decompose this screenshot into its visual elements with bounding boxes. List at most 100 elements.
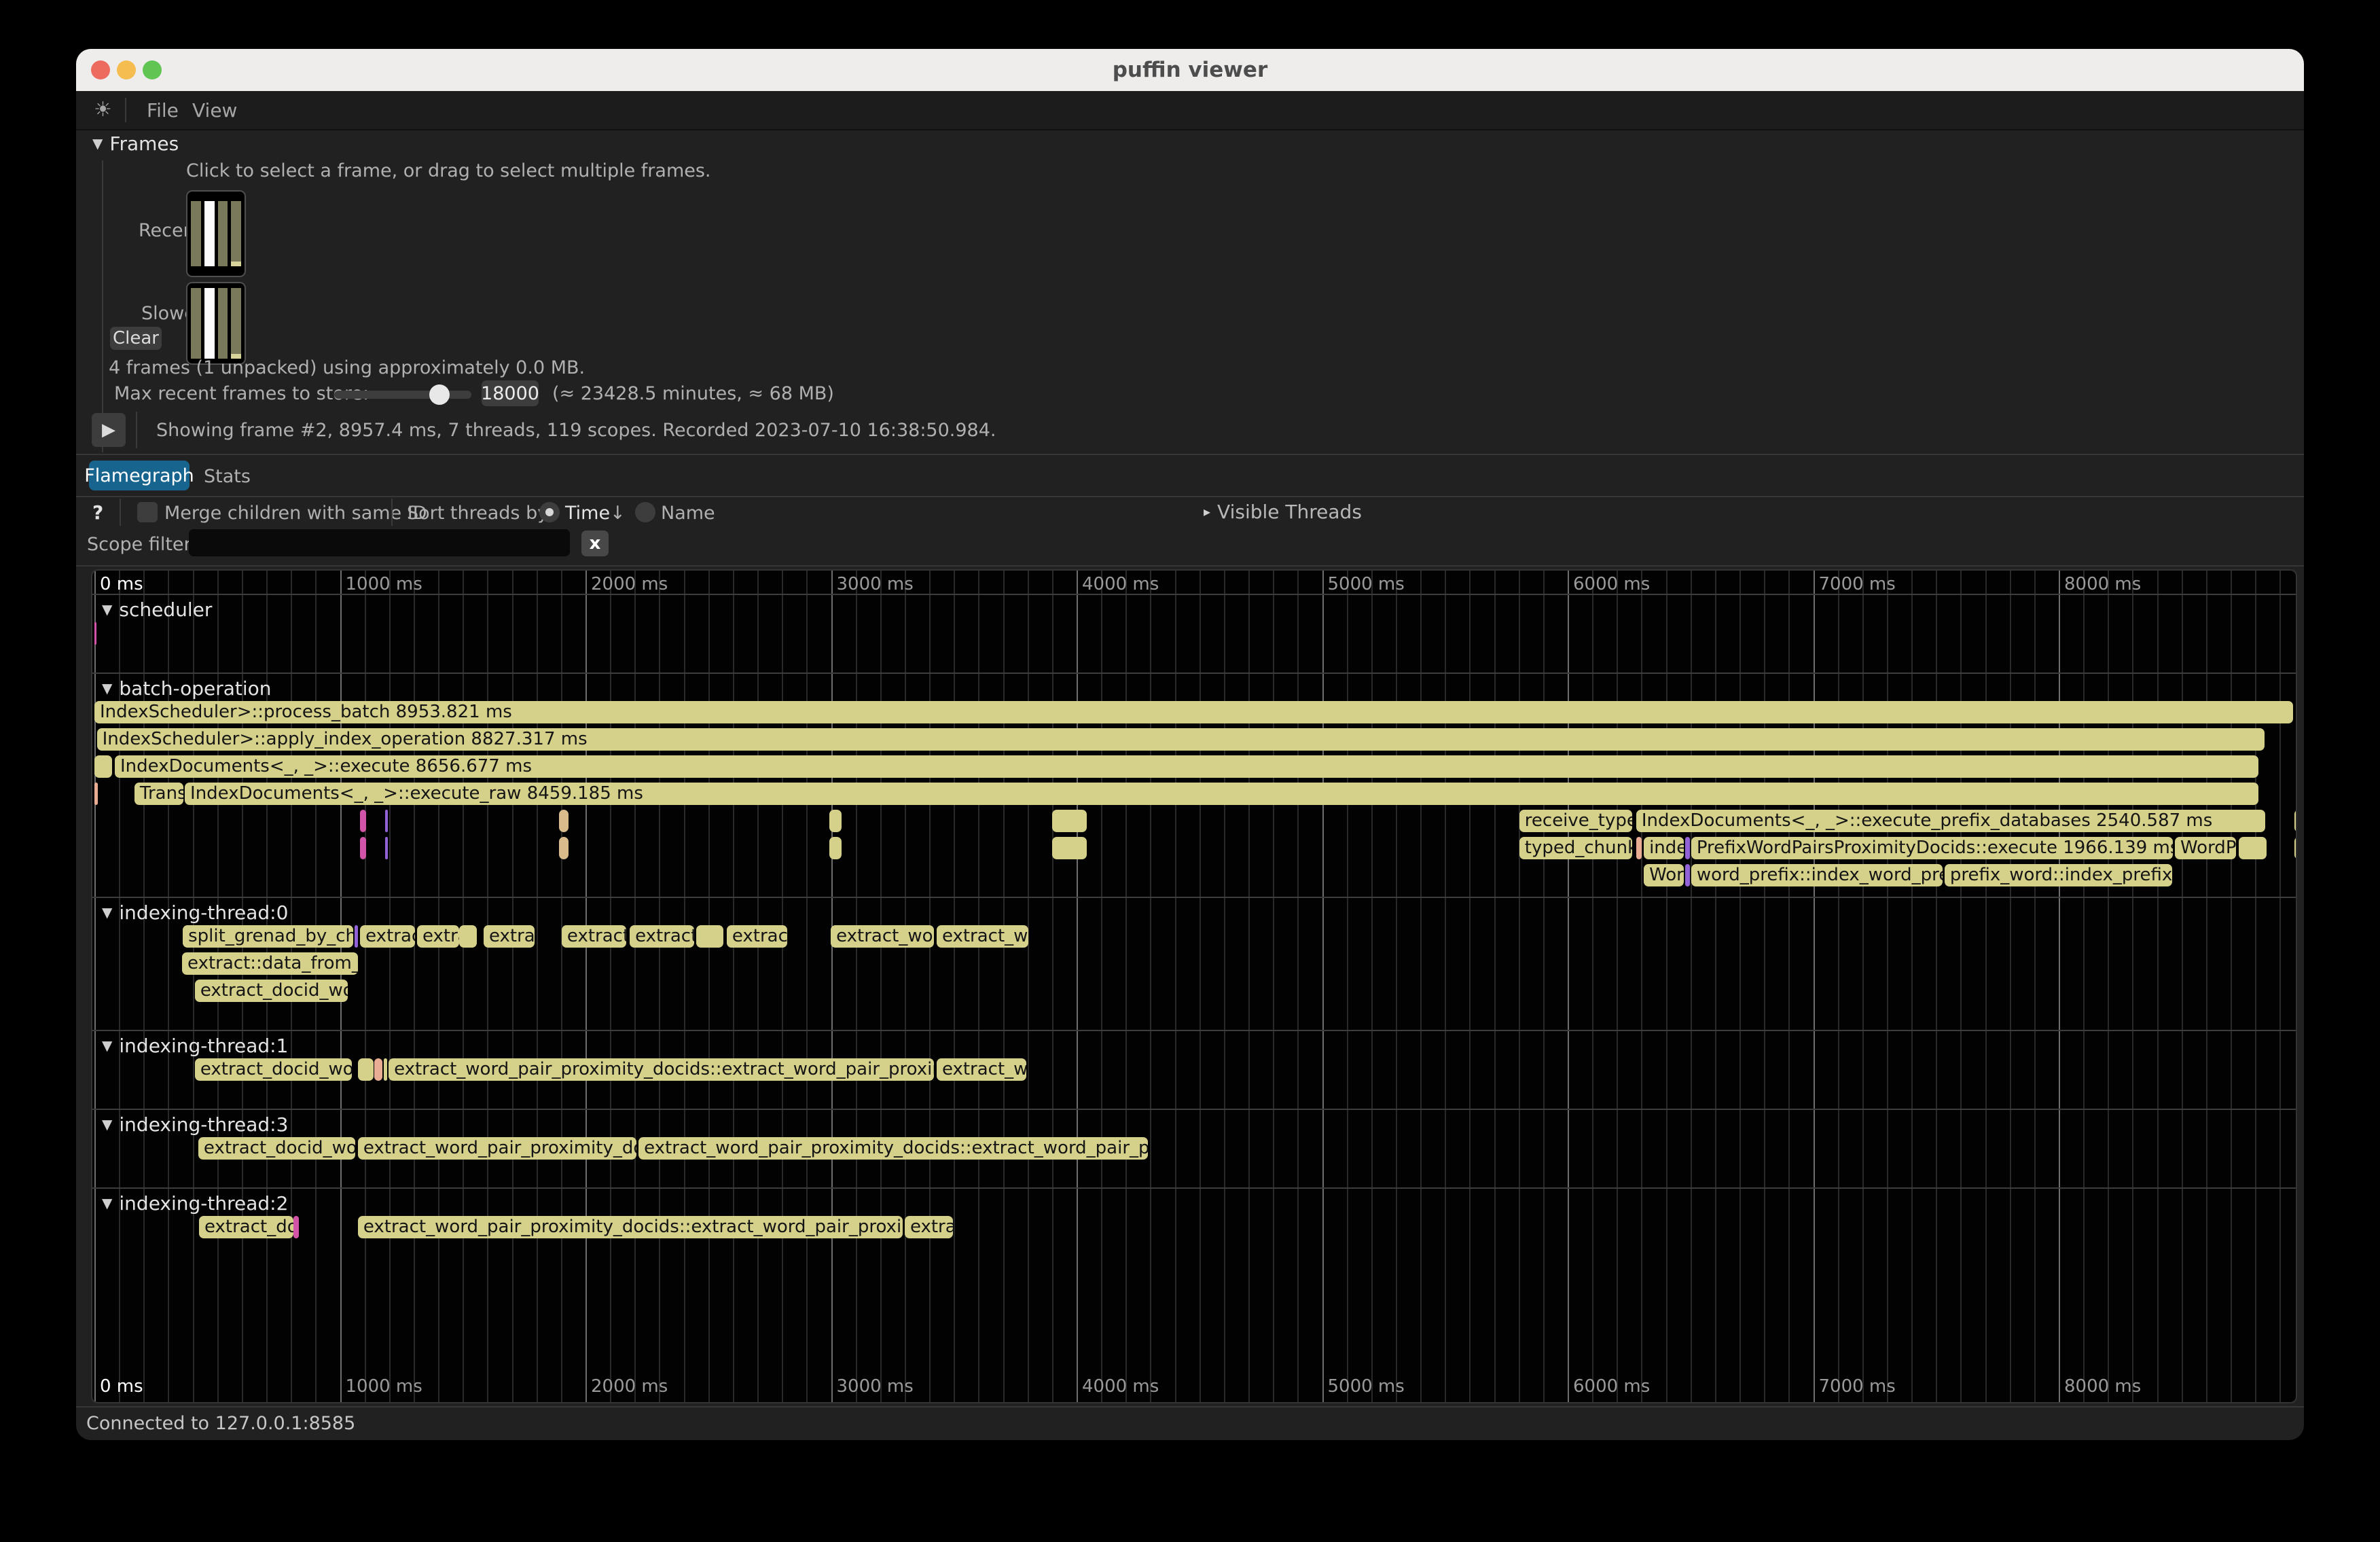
flame-bar[interactable]: split_grenad_by_chun (183, 925, 353, 948)
flame-bar[interactable]: receive_typed_ (1519, 810, 1632, 832)
gridline (2108, 571, 2109, 1402)
flame-bar[interactable] (696, 925, 723, 948)
flame-bar[interactable] (459, 925, 477, 948)
flame-bar[interactable]: IndexDocuments<_, _>::execute_raw 8459.1… (185, 783, 2258, 805)
flame-bar[interactable] (559, 810, 569, 832)
sort-time-label[interactable]: Time (565, 503, 610, 524)
flame-bar[interactable]: index (1644, 837, 1684, 859)
flame-bar[interactable]: extract (727, 925, 787, 948)
flame-bar[interactable] (1052, 837, 1087, 859)
recent-frames-thumbnail[interactable] (186, 190, 246, 277)
thread-section-header[interactable]: ▼indexing-thread:3 (102, 1113, 288, 1136)
thread-section-header[interactable]: ▼indexing-thread:2 (102, 1191, 288, 1215)
flame-bar[interactable]: extract_docid_word (198, 1137, 355, 1160)
max-recent-value[interactable]: 18000 (482, 380, 539, 406)
flame-bar[interactable]: extract_word (831, 925, 934, 948)
flame-bar[interactable]: IndexDocuments<_, _>::execute_prefix_dat… (1636, 810, 2265, 832)
frame-bar-selected[interactable] (204, 201, 215, 266)
slowest-frames-thumbnail[interactable] (186, 282, 246, 365)
thread-section-separator (92, 1187, 2296, 1189)
flame-bar[interactable]: extrac (484, 925, 535, 948)
flame-bar[interactable]: extrac (905, 1216, 953, 1238)
flame-bar[interactable]: extract_wo (937, 1058, 1026, 1081)
flame-bar[interactable]: Trans (134, 783, 183, 805)
frame-bar-selected[interactable] (204, 288, 215, 359)
flame-bar[interactable] (355, 925, 358, 948)
flame-bar[interactable] (829, 810, 842, 832)
flame-bar[interactable]: extract_word_pair_proximity_docids (358, 1137, 636, 1160)
clear-filter-button[interactable]: x (581, 531, 609, 556)
frame-bar[interactable] (218, 201, 228, 266)
tab-stats[interactable]: Stats (204, 466, 251, 487)
clear-button[interactable]: Clear (110, 327, 162, 350)
flame-bar[interactable]: PrefixWordPairsProximityDocids::execute … (1691, 837, 2173, 859)
thread-section-header[interactable]: ▼batch-operation (102, 677, 272, 700)
frame-bar[interactable] (191, 288, 201, 359)
flame-bar[interactable]: extract::data_from_ob (182, 952, 358, 975)
help-button[interactable]: ? (92, 501, 103, 524)
flame-bar[interactable] (360, 810, 366, 832)
flame-bar[interactable] (94, 783, 98, 805)
flame-bar[interactable]: typed_chunk::w (1519, 837, 1632, 859)
flame-bar[interactable] (374, 1058, 382, 1081)
flame-bar[interactable] (1685, 837, 1690, 859)
slider-knob[interactable] (429, 384, 450, 405)
scope-filter-input[interactable] (189, 529, 570, 556)
flame-bar[interactable] (385, 810, 388, 832)
flame-bar[interactable]: word_prefix::index_word_prefix_ (1691, 864, 1943, 886)
flame-bar[interactable] (559, 837, 569, 859)
frame-bar[interactable] (231, 288, 241, 359)
flamegraph-panel[interactable]: 0 ms1000 ms2000 ms3000 ms4000 ms5000 ms6… (91, 569, 2297, 1403)
flame-bar[interactable] (360, 837, 366, 859)
flame-bar[interactable] (1685, 864, 1690, 886)
frame-bar[interactable] (218, 288, 228, 359)
flame-bar[interactable]: IndexScheduler>::process_batch 8953.821 … (94, 701, 2293, 723)
flame-bar[interactable]: extract_docid_word (195, 980, 348, 1002)
play-button[interactable]: ▶ (92, 413, 126, 447)
thread-section-header[interactable]: ▼scheduler (102, 598, 212, 621)
flame-bar[interactable] (2239, 837, 2267, 859)
flame-bar[interactable]: prefix_word::index_prefix_wo (1945, 864, 2172, 886)
frames-section-header[interactable]: ▼ Frames (92, 132, 179, 155)
flame-bar[interactable]: IndexDocuments<_, _>::execute 8656.677 m… (115, 755, 2258, 778)
sort-time-radio[interactable] (539, 502, 560, 522)
thread-section-header[interactable]: ▼indexing-thread:0 (102, 901, 288, 924)
flame-bar[interactable]: extract_docid_word (195, 1058, 352, 1081)
flame-bar[interactable]: extract (360, 925, 415, 948)
flame-bar[interactable] (94, 622, 96, 645)
flame-bar[interactable]: extract_word_pair_proximity_docids::extr… (358, 1216, 903, 1238)
flame-bar[interactable] (829, 837, 842, 859)
flame-bar[interactable]: extract_wo (937, 925, 1028, 948)
flame-bar[interactable] (293, 1216, 299, 1238)
flame-bar[interactable] (385, 837, 388, 859)
max-recent-slider[interactable] (334, 391, 471, 399)
theme-toggle-icon[interactable]: ☀ (94, 98, 112, 122)
frame-bar[interactable] (191, 201, 201, 266)
flame-bar[interactable] (94, 755, 112, 778)
flame-bar[interactable]: IndexScheduler>::apply_index_operation 8… (97, 728, 2265, 751)
thread-section-header[interactable]: ▼indexing-thread:1 (102, 1034, 288, 1057)
frame-bar[interactable] (231, 201, 241, 266)
flame-bar[interactable] (1636, 837, 1642, 859)
flame-bar[interactable]: extract_ (630, 925, 694, 948)
sort-direction-arrow-icon[interactable]: ↓ (610, 503, 626, 524)
merge-children-checkbox[interactable] (137, 502, 158, 522)
flame-bar[interactable]: extract_doc (199, 1216, 293, 1238)
menu-view[interactable]: View (192, 99, 237, 122)
menu-file[interactable]: File (147, 99, 179, 122)
flame-bar[interactable] (2294, 810, 2297, 832)
sort-name-label[interactable]: Name (661, 503, 715, 524)
flame-bar[interactable] (358, 1058, 374, 1081)
visible-threads-header[interactable]: ▸ Visible Threads (1204, 500, 1362, 523)
flame-bar[interactable] (1052, 810, 1087, 832)
flame-bar[interactable]: extract_word_pair_proximity_docids::extr… (389, 1058, 934, 1081)
flame-bar[interactable]: WordPr (2175, 837, 2236, 859)
flame-bar[interactable] (2294, 837, 2297, 859)
flame-bar[interactable] (384, 1058, 387, 1081)
sort-name-radio[interactable] (635, 502, 655, 522)
flame-bar[interactable]: extra (417, 925, 459, 948)
flame-bar[interactable]: Word (1644, 864, 1684, 886)
tab-flamegraph[interactable]: Flamegraph (89, 461, 190, 490)
flame-bar[interactable]: extract_word_pair_proximity_docids::extr… (638, 1137, 1148, 1160)
flame-bar[interactable]: extract_ (562, 925, 626, 948)
